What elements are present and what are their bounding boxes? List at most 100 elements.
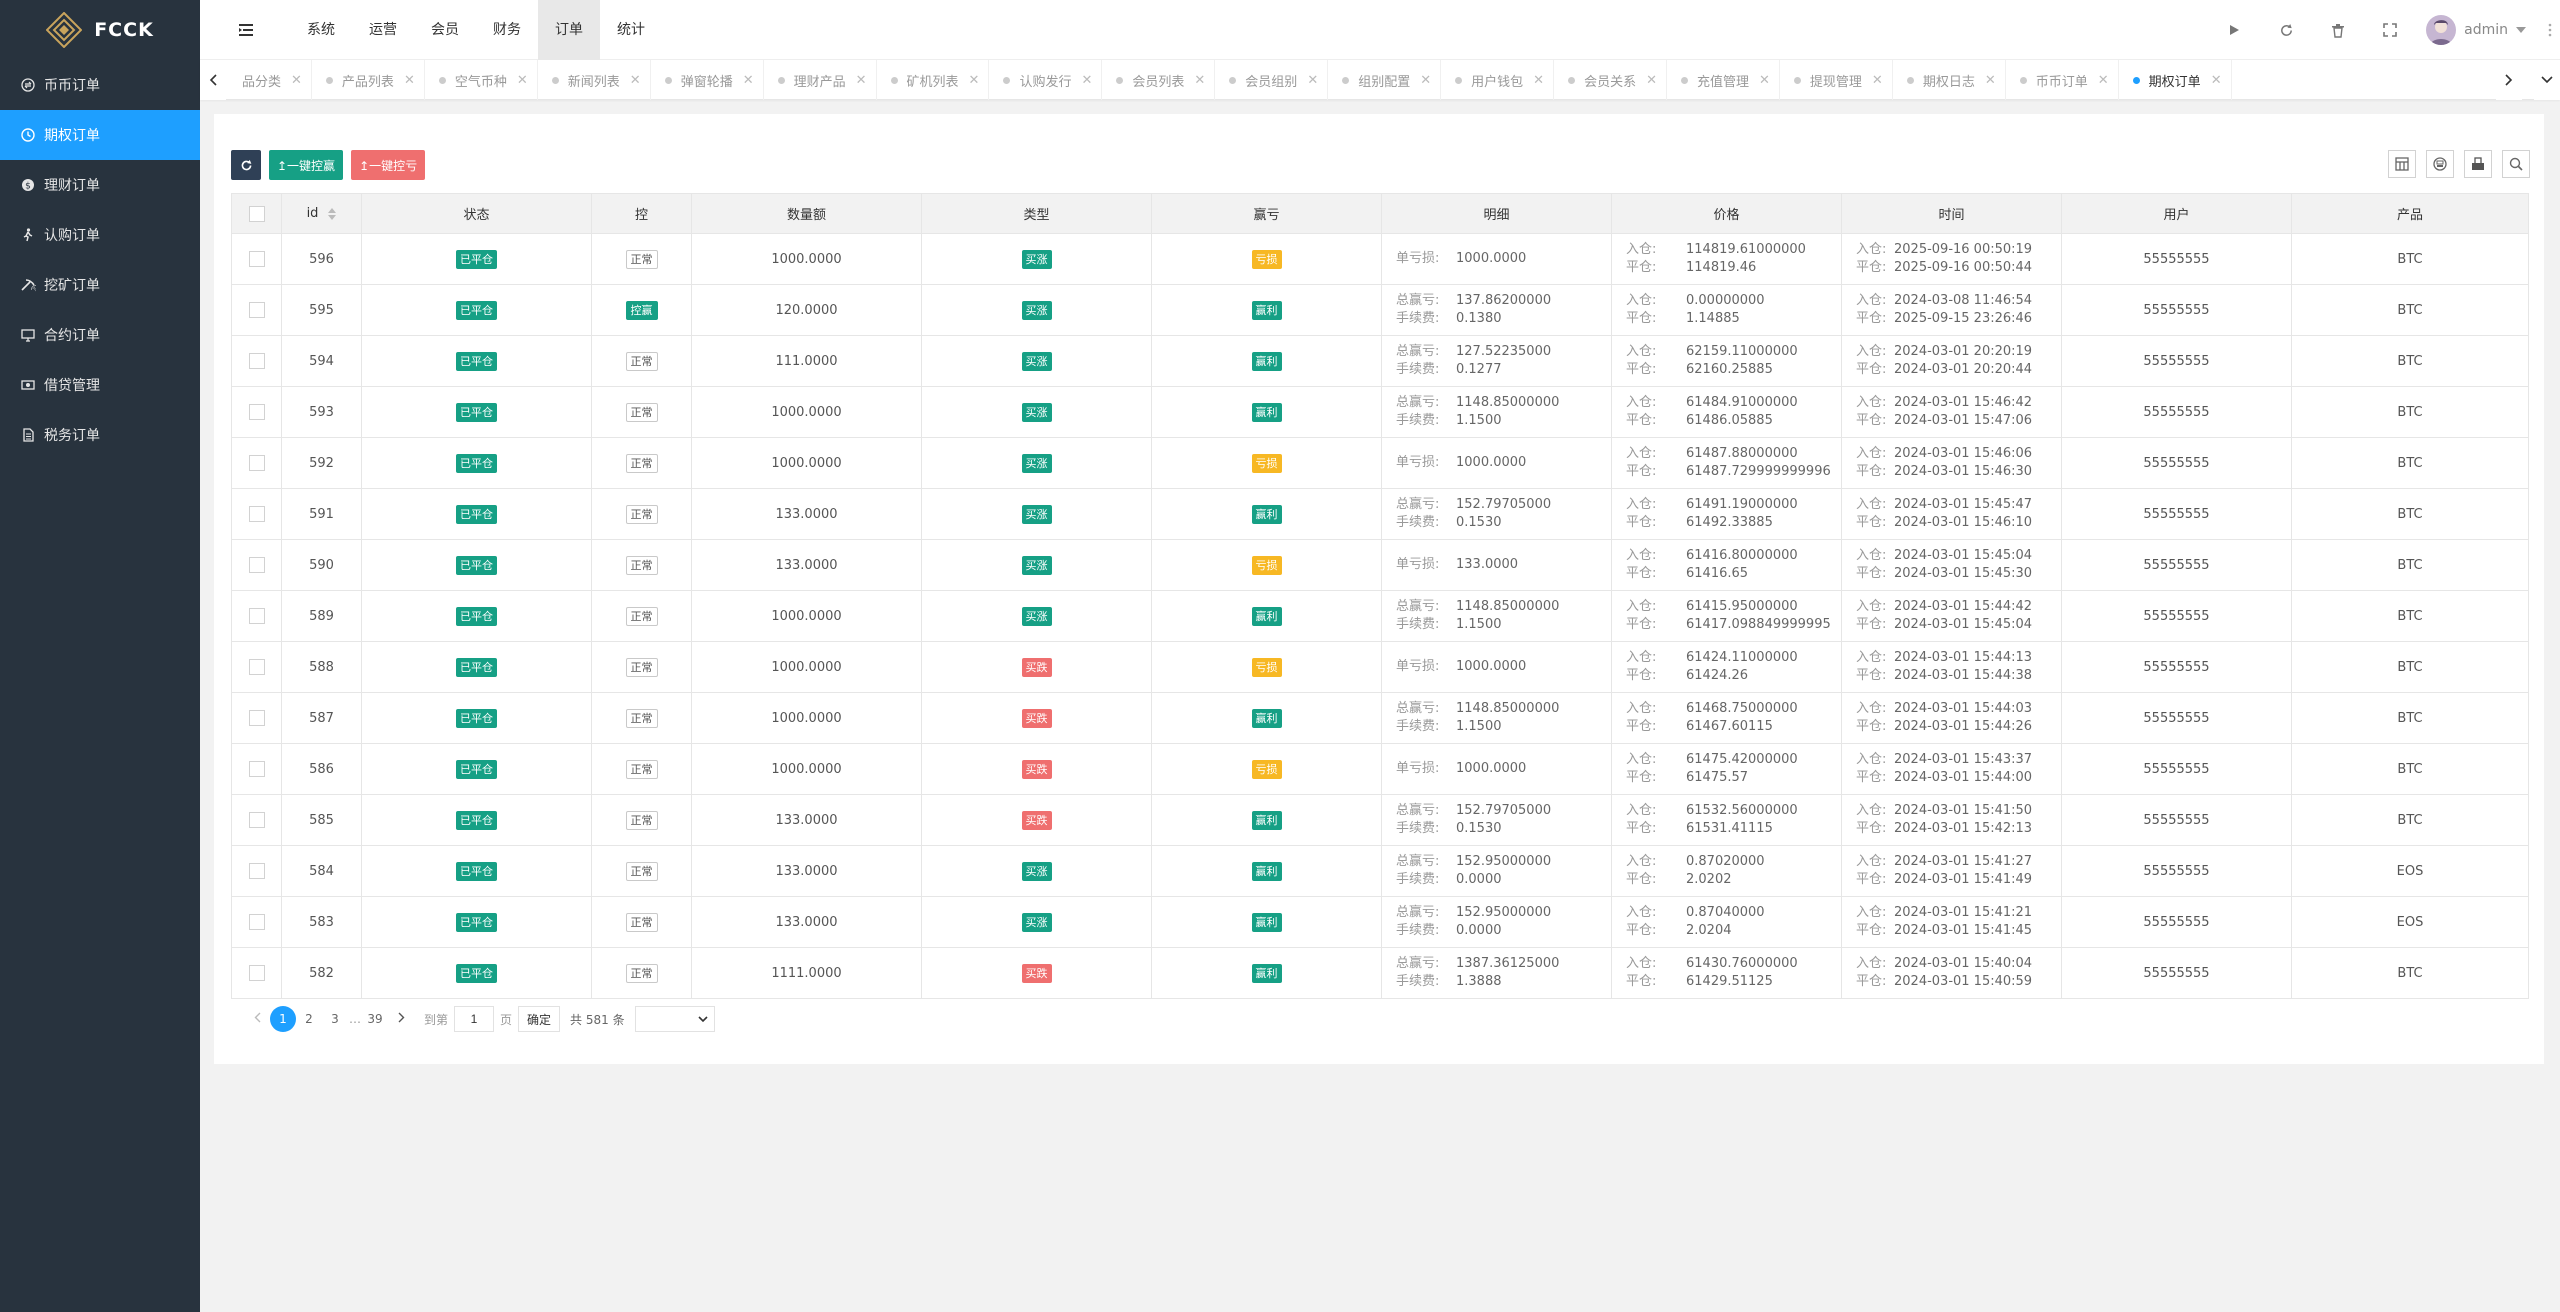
tab-6[interactable]: 矿机列表 ✕ [877,60,990,100]
select-all-checkbox[interactable] [248,205,265,222]
row-select-cell[interactable] [231,845,282,897]
refresh-button[interactable] [2260,0,2312,60]
sidebar-toggle-button[interactable] [235,20,257,40]
one-click-lose-button[interactable]: ↥一键控亏 [351,150,426,180]
column-filter-button[interactable] [2388,150,2416,178]
row-select-cell[interactable] [231,437,282,489]
prev-page-button[interactable] [244,1006,270,1032]
close-icon[interactable]: ✕ [517,73,528,88]
close-icon[interactable]: ✕ [2211,73,2222,88]
control-badge[interactable]: 正常 [625,657,658,677]
one-click-win-button[interactable]: ↥一键控赢 [269,150,344,180]
close-icon[interactable]: ✕ [1307,73,1318,88]
close-icon[interactable]: ✕ [1420,73,1431,88]
tab-16[interactable]: 币币订单 ✕ [2006,60,2119,100]
row-select-cell[interactable] [231,794,282,846]
fullscreen-button[interactable] [2364,0,2416,60]
tab-10[interactable]: 组别配置 ✕ [1328,60,1442,100]
row-select-cell[interactable] [231,590,282,642]
row-select-cell[interactable] [231,947,282,999]
close-icon[interactable]: ✕ [1533,73,1544,88]
sidebar-item-7[interactable]: 税务订单 [0,410,200,460]
close-icon[interactable]: ✕ [743,73,754,88]
row-checkbox[interactable] [248,965,265,981]
row-checkbox[interactable] [248,863,265,879]
sidebar-item-4[interactable]: ⛏ 挖矿订单 [0,260,200,310]
page-button-last[interactable]: 39 [362,1006,388,1032]
tab-0[interactable]: 品分类 ✕ [226,60,312,100]
page-number-input[interactable] [454,1006,495,1032]
row-checkbox[interactable] [248,302,265,318]
tab-5[interactable]: 理财产品 ✕ [764,60,877,100]
sidebar-item-2[interactable]: $ 理财订单 [0,160,200,210]
row-checkbox[interactable] [248,455,265,471]
next-page-button[interactable] [388,1006,414,1032]
row-select-cell[interactable] [231,335,282,387]
sidebar-item-3[interactable]: 认购订单 [0,210,200,260]
search-button[interactable] [2502,150,2530,178]
row-checkbox[interactable] [248,608,265,624]
tab-scroll-right-button[interactable] [2496,60,2522,100]
row-select-cell[interactable] [231,641,282,693]
table-row[interactable]: 586 已平仓 正常 1000.0000 买跌 亏损 单亏损: 1000.0000 入仓: 614… [231,743,2529,795]
close-icon[interactable]: ✕ [1759,73,1770,88]
tab-7[interactable]: 认购发行 ✕ [989,60,1103,100]
brand-logo[interactable]: FCCK [0,0,200,60]
row-select-cell[interactable] [231,539,282,591]
row-checkbox[interactable] [248,812,265,828]
close-icon[interactable]: ✕ [1194,73,1205,88]
play-button[interactable] [2208,0,2260,60]
close-icon[interactable]: ✕ [2098,73,2109,88]
clear-cache-button[interactable] [2312,0,2364,60]
tab-14[interactable]: 提现管理 ✕ [1780,60,1893,100]
page-button-2[interactable]: 2 [296,1006,322,1032]
close-icon[interactable]: ✕ [856,73,867,88]
control-badge[interactable]: 正常 [625,912,658,932]
table-row[interactable]: 590 已平仓 正常 133.0000 买涨 亏损 单亏损: 133.0000 入仓: 61416… [231,539,2529,591]
control-badge[interactable]: 正常 [625,606,658,626]
sidebar-item-6[interactable]: 借贷管理 [0,360,200,410]
row-checkbox[interactable] [248,353,265,369]
row-select-cell[interactable] [231,743,282,795]
sort-icon[interactable] [328,207,337,220]
tab-3[interactable]: 新闻列表 ✕ [538,60,651,100]
row-select-cell[interactable] [231,233,282,285]
close-icon[interactable]: ✕ [404,73,415,88]
row-checkbox[interactable] [248,710,265,726]
control-badge[interactable]: 正常 [625,249,658,269]
select-all-cell[interactable] [231,193,282,234]
table-row[interactable]: 582 已平仓 正常 1111.0000 买跌 赢利 总赢亏: 1387.36125000 手续… [231,947,2529,999]
user-menu[interactable]: admin [2416,15,2540,45]
tab-4[interactable]: 弹窗轮播 ✕ [651,60,764,100]
nav-item-0[interactable]: 系统 [290,0,352,60]
control-badge[interactable]: 正常 [625,351,658,371]
row-checkbox[interactable] [248,251,265,267]
tab-menu-button[interactable] [2534,60,2560,100]
table-row[interactable]: 593 已平仓 正常 1000.0000 买涨 赢利 总赢亏: 1148.85000000 手续… [231,386,2529,438]
control-badge[interactable]: 正常 [625,504,658,524]
table-row[interactable]: 583 已平仓 正常 133.0000 买涨 赢利 总赢亏: 152.95000000 手续费:… [231,896,2529,948]
refresh-table-button[interactable] [231,150,261,180]
table-row[interactable]: 595 已平仓 控赢 120.0000 买涨 赢利 总赢亏: 137.86200000 手续费:… [231,284,2529,336]
table-row[interactable]: 589 已平仓 正常 1000.0000 买涨 赢利 总赢亏: 1148.85000000 手续… [231,590,2529,642]
control-badge[interactable]: 控赢 [625,300,658,320]
tab-9[interactable]: 会员组别 ✕ [1215,60,1329,100]
tab-scroll-left-button[interactable] [200,60,226,100]
tab-8[interactable]: 会员列表 ✕ [1102,60,1216,100]
control-badge[interactable]: 正常 [625,555,658,575]
table-row[interactable]: 594 已平仓 正常 111.0000 买涨 赢利 总赢亏: 127.52235000 手续费:… [231,335,2529,387]
row-checkbox[interactable] [248,659,265,675]
row-checkbox[interactable] [248,557,265,573]
tab-15[interactable]: 期权日志 ✕ [1893,60,2006,100]
row-checkbox[interactable] [248,914,265,930]
row-select-cell[interactable] [231,692,282,744]
table-row[interactable]: 588 已平仓 正常 1000.0000 买跌 亏损 单亏损: 1000.0000 入仓: 614… [231,641,2529,693]
print-button[interactable] [2426,150,2454,178]
row-select-cell[interactable] [231,488,282,540]
table-row[interactable]: 584 已平仓 正常 133.0000 买涨 赢利 总赢亏: 152.95000000 手续费:… [231,845,2529,897]
table-row[interactable]: 587 已平仓 正常 1000.0000 买跌 赢利 总赢亏: 1148.85000000 手续… [231,692,2529,744]
tab-12[interactable]: 会员关系 ✕ [1554,60,1667,100]
table-row[interactable]: 592 已平仓 正常 1000.0000 买涨 亏损 单亏损: 1000.0000 入仓: 614… [231,437,2529,489]
control-badge[interactable]: 正常 [625,402,658,422]
sidebar-item-5[interactable]: 合约订单 [0,310,200,360]
